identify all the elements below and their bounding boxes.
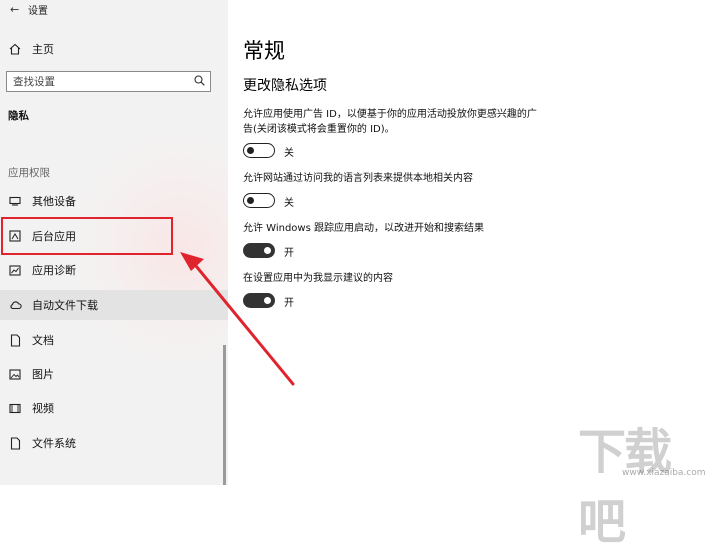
highlight-box xyxy=(1,217,173,255)
sidebar-item-label: 文档 xyxy=(32,334,54,347)
cloud-icon xyxy=(8,298,22,312)
group-title-app-permissions: 应用权限 xyxy=(8,167,50,179)
search-icon[interactable] xyxy=(194,74,205,89)
toggle-knob xyxy=(264,247,271,254)
sidebar-item-pictures[interactable]: 图片 xyxy=(0,359,228,389)
file-icon xyxy=(8,436,22,450)
sidebar-item-other-devices[interactable]: 其他设备 xyxy=(0,186,228,216)
option-track-launches-line1: 允许 Windows 跟踪应用启动，以改进开始和搜索结果 xyxy=(243,223,484,234)
sidebar-item-label: 视频 xyxy=(32,402,54,415)
diagnostics-icon xyxy=(8,263,22,277)
sidebar-item-label: 其他设备 xyxy=(32,195,76,208)
option-suggested-content-line1: 在设置应用中为我显示建议的内容 xyxy=(243,273,393,284)
option-suggested-content-text: 在设置应用中为我显示建议的内容 xyxy=(243,271,573,286)
document-icon xyxy=(8,333,22,347)
option-ad-id-line1: 允许应用使用广告 ID，以便基于你的应用活动投放你更感兴趣的广 xyxy=(243,109,537,120)
toggle-knob xyxy=(264,297,271,304)
toggle-suggested-content-state: 开 xyxy=(284,298,294,309)
sidebar-item-auto-file-download[interactable]: 自动文件下载 xyxy=(0,290,228,320)
option-track-launches-text: 允许 Windows 跟踪应用启动，以改进开始和搜索结果 xyxy=(243,221,573,236)
watermark-url: www.xiazaiba.com xyxy=(622,468,706,478)
sidebar-item-app-diagnostics[interactable]: 应用诊断 xyxy=(0,255,228,285)
sidebar-item-label: 自动文件下载 xyxy=(32,299,98,312)
option-language-list-line1: 允许网站通过访问我的语言列表来提供本地相关内容 xyxy=(243,173,473,184)
section-subtitle: 更改隐私选项 xyxy=(243,78,327,94)
sidebar-item-documents[interactable]: 文档 xyxy=(0,325,228,355)
toggle-knob xyxy=(247,146,254,154)
toggle-language-list-state: 关 xyxy=(284,198,294,209)
picture-icon xyxy=(8,367,22,381)
sidebar-item-label: 文件系统 xyxy=(32,437,76,450)
sidebar-scrollbar[interactable] xyxy=(223,345,226,485)
toggle-ad-id-state: 关 xyxy=(284,148,294,159)
devices-icon xyxy=(8,194,22,208)
sidebar-item-videos[interactable]: 视频 xyxy=(0,393,228,423)
toggle-knob xyxy=(247,196,254,204)
sidebar-item-label: 应用诊断 xyxy=(32,264,76,277)
toggle-track-launches[interactable] xyxy=(243,243,275,258)
sidebar-item-label: 图片 xyxy=(32,368,54,381)
toggle-track-launches-state: 开 xyxy=(284,248,294,259)
watermark-logo: 下载吧 xyxy=(578,424,672,550)
back-arrow-icon[interactable]: ← xyxy=(10,3,28,16)
toggle-ad-id[interactable] xyxy=(243,143,275,158)
video-icon xyxy=(8,401,22,415)
search-placeholder: 查找设置 xyxy=(13,76,55,88)
option-language-list-text: 允许网站通过访问我的语言列表来提供本地相关内容 xyxy=(243,171,573,186)
section-title-privacy: 隐私 xyxy=(8,110,29,122)
toggle-language-list[interactable] xyxy=(243,193,275,208)
toggle-suggested-content[interactable] xyxy=(243,293,275,308)
search-input[interactable]: 查找设置 xyxy=(6,71,211,92)
option-ad-id-text: 允许应用使用广告 ID，以便基于你的应用活动投放你更感兴趣的广 告(关闭该模式将… xyxy=(243,107,573,137)
page-title: 常规 xyxy=(243,39,285,63)
home-link[interactable]: 主页 xyxy=(0,34,228,64)
watermark: 下载吧 www.xiazaiba.com xyxy=(578,412,710,550)
home-label: 主页 xyxy=(32,43,54,56)
sidebar: ← 设置 主页 查找设置 隐私 应用权限 其他设备 后台应用 应用诊断 自动文件… xyxy=(0,0,228,485)
option-ad-id-line2: 告(关闭该模式将会重置你的 ID)。 xyxy=(243,124,395,135)
window-title: 设置 xyxy=(28,6,48,17)
window-title-bar: ← 设置 xyxy=(10,2,48,17)
sidebar-item-file-system[interactable]: 文件系统 xyxy=(0,428,228,458)
home-icon xyxy=(8,42,22,56)
